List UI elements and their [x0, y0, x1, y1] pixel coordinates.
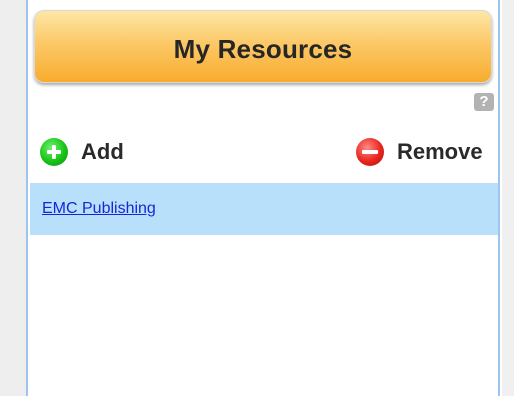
- panel-header: My Resources: [34, 10, 492, 83]
- panel-title: My Resources: [173, 34, 353, 64]
- remove-button-label: Remove: [397, 139, 483, 164]
- remove-button[interactable]: Remove: [356, 133, 483, 171]
- resource-link[interactable]: EMC Publishing: [42, 200, 156, 218]
- resource-list: EMC Publishing: [30, 183, 498, 235]
- plus-icon: [40, 138, 68, 166]
- question-icon[interactable]: ?: [474, 93, 494, 111]
- left-gutter: [0, 0, 26, 396]
- right-gutter: [502, 0, 514, 396]
- screen: My Resources ? Add Remove EMC Publishing: [0, 0, 514, 396]
- add-button-label: Add: [81, 139, 124, 164]
- minus-icon: [356, 138, 384, 166]
- add-button[interactable]: Add: [40, 133, 124, 171]
- resources-panel: My Resources ? Add Remove EMC Publishing: [26, 0, 500, 396]
- list-item[interactable]: EMC Publishing: [30, 183, 498, 235]
